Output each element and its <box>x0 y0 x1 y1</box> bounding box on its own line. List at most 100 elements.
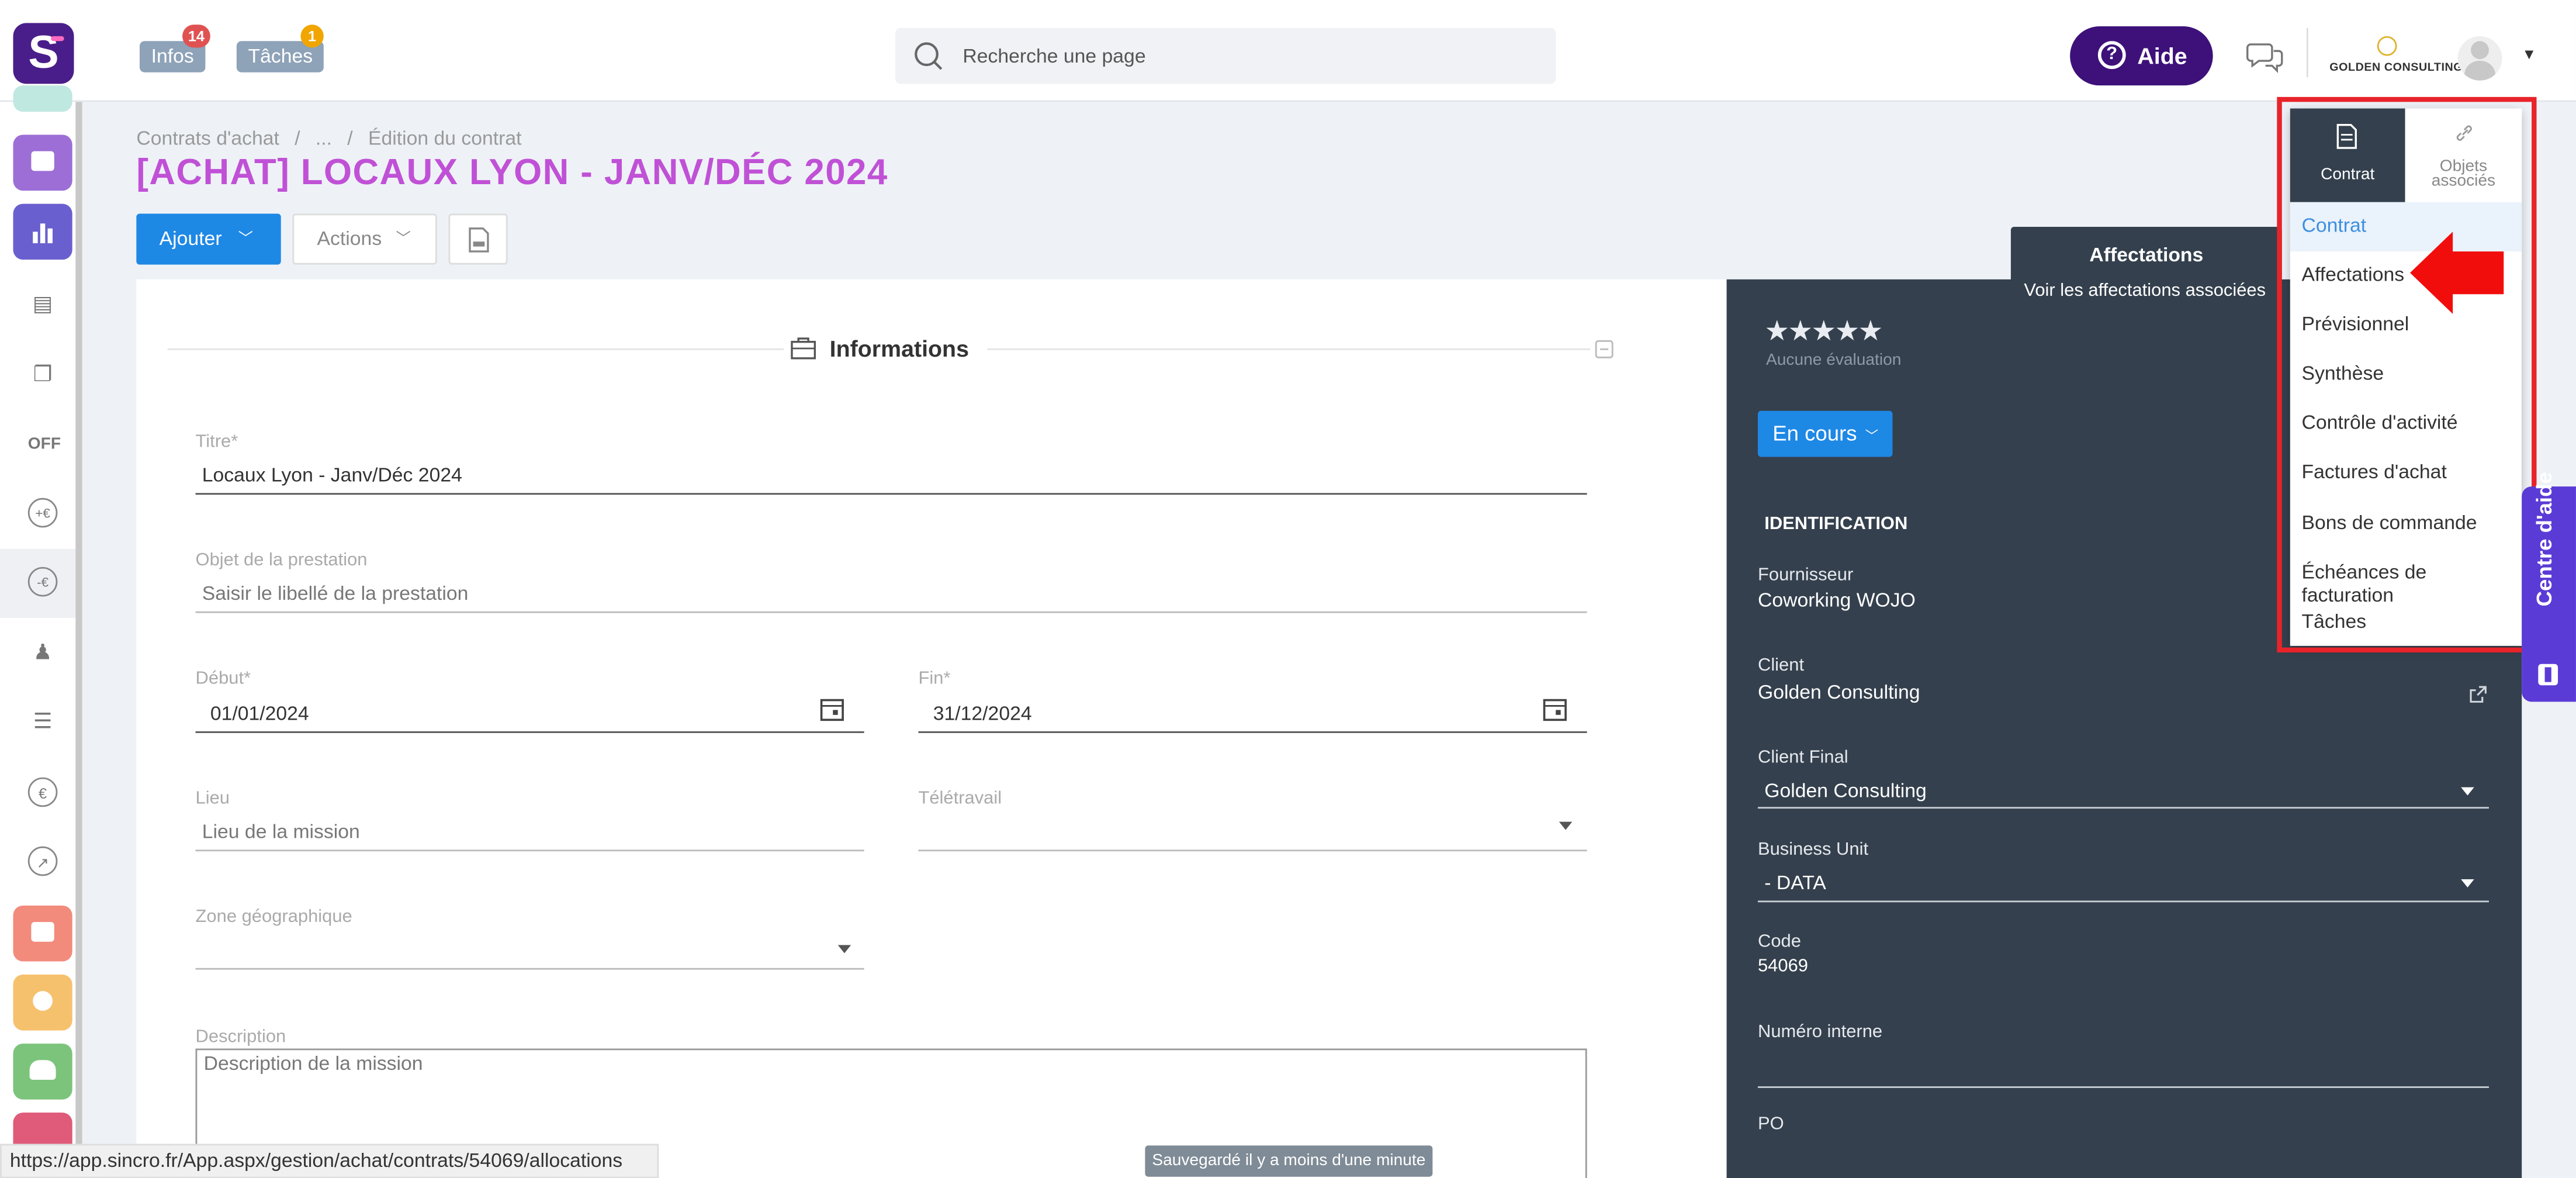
euro-minus-icon[interactable]: -€ <box>27 566 58 597</box>
external-link-icon[interactable] <box>2469 685 2487 703</box>
underline <box>1757 900 2489 903</box>
sidebar-item-yellow[interactable] <box>13 975 72 1031</box>
sidebar-item-stats[interactable] <box>13 203 72 260</box>
document-icon <box>469 227 489 253</box>
chevron-down-icon: ﹀ <box>1865 429 1879 444</box>
teletravail-label: Télétravail <box>918 789 1002 809</box>
caret-down-icon[interactable]: ▼ <box>2522 46 2536 63</box>
underline <box>195 493 1587 495</box>
zone-select[interactable] <box>195 968 864 970</box>
client-value[interactable]: Golden Consulting <box>1758 680 1920 703</box>
status-button[interactable]: En cours ﹀ <box>1757 410 1893 457</box>
invoice-icon[interactable]: ☰ <box>28 707 58 737</box>
status-label: En cours <box>1772 420 1857 445</box>
fournisseur-value[interactable]: Coworking WOJO <box>1758 588 1916 611</box>
calendar-icon[interactable] <box>820 697 844 721</box>
search-input[interactable]: Recherche une page <box>895 27 1556 84</box>
app-logo[interactable]: S <box>13 23 74 84</box>
teletravail-select[interactable] <box>918 849 1587 852</box>
briefcase-icon <box>791 337 816 360</box>
underline <box>195 611 1587 613</box>
lieu-label: Lieu <box>195 789 230 809</box>
aide-button[interactable]: ? Aide <box>2070 26 2213 86</box>
status-bar-url: https://app.sincro.fr/App.aspx/gestion/a… <box>0 1144 659 1178</box>
pdf-button[interactable] <box>448 213 508 265</box>
tooltip-text: Voir les affectations associées <box>2024 281 2266 301</box>
chat-icon[interactable] <box>2246 41 2284 74</box>
dropdown-caret-icon[interactable] <box>2461 879 2474 888</box>
objet-field[interactable]: Saisir le libellé de la prestation <box>202 582 469 604</box>
briefcase-icon <box>31 151 54 171</box>
identification-heading: IDENTIFICATION <box>1764 514 1908 534</box>
centre-aide-tab[interactable]: Centre d'aide <box>2522 472 2576 702</box>
breadcrumb: Contrats d'achat / ... / Édition du cont… <box>136 126 521 149</box>
red-arrow-icon <box>2410 232 2504 314</box>
trend-icon[interactable]: ↗ <box>27 846 58 876</box>
ajouter-label: Ajouter <box>159 226 222 250</box>
titre-label: Titre* <box>195 432 238 452</box>
affectations-tooltip: Affectations Voir les affectations assoc… <box>2010 226 2282 326</box>
bu-value[interactable]: - DATA <box>1764 871 1826 894</box>
fin-field[interactable]: 31/12/2024 <box>933 702 1032 724</box>
dropdown-caret-icon[interactable] <box>1559 821 1573 830</box>
dropdown-caret-icon[interactable] <box>2461 787 2474 796</box>
rating-stars[interactable]: ★★★★★ <box>1764 316 1883 348</box>
lieu-field[interactable]: Lieu de la mission <box>202 820 360 843</box>
company-logo-icon <box>2377 36 2397 56</box>
euro-plus-icon[interactable]: +€ <box>27 498 58 528</box>
calendar-chart-icon[interactable]: ▤ <box>28 289 58 319</box>
objet-label: Objet de la prestation <box>195 550 368 571</box>
off-icon[interactable]: OFF <box>28 431 61 461</box>
description-placeholder: Description de la mission <box>203 1052 423 1075</box>
collapse-icon[interactable] <box>1595 340 1614 358</box>
client-final-value[interactable]: Golden Consulting <box>1764 779 1927 802</box>
divider <box>2306 27 2308 78</box>
saved-toast: Sauvegardé il y a moins d'une minute <box>1145 1145 1433 1177</box>
sidebar-scrollbar[interactable] <box>75 102 82 1178</box>
help-icon: ? <box>2097 41 2126 70</box>
code-value: 54069 <box>1757 956 1808 976</box>
debut-label: Début* <box>195 669 251 689</box>
sidebar-item-green[interactable] <box>13 1044 72 1100</box>
page-title: [ACHAT] LOCAUX LYON - JANV/DÉC 2024 <box>136 151 888 192</box>
sidebar-item-orange[interactable] <box>13 905 72 962</box>
breadcrumb-current: Édition du contrat <box>368 126 522 150</box>
chevron-down-icon: ﹀ <box>396 230 411 247</box>
briefcase-icon-2 <box>31 922 54 942</box>
highlight-box <box>2277 96 2537 653</box>
section-rule <box>167 348 784 350</box>
sidebar: ▤ ❐ OFF +€ -€ ♟ ☰ € ↗ <box>0 85 82 1178</box>
euro-cycle-icon[interactable]: € <box>27 777 58 807</box>
sidebar-item-top[interactable] <box>13 85 72 112</box>
underline <box>918 731 1587 733</box>
client-final-label: Client Final <box>1757 748 1848 768</box>
company-name: GOLDEN CONSULTING <box>2329 62 2463 74</box>
dropdown-caret-icon[interactable] <box>837 945 851 954</box>
code-label: Code <box>1757 931 1801 952</box>
avatar[interactable] <box>2457 36 2502 81</box>
infos-badge: 14 <box>182 25 210 48</box>
numero-field[interactable] <box>1757 1086 2489 1089</box>
ajouter-button[interactable]: Ajouter ﹀ <box>136 213 281 265</box>
taches-badge: 1 <box>300 25 324 48</box>
underline <box>1757 807 2489 809</box>
calendar-icon[interactable] <box>1543 697 1567 721</box>
chevron-down-icon: ﹀ <box>238 230 253 247</box>
documents-icon[interactable]: ❐ <box>28 360 58 390</box>
logo-letter: S <box>28 26 59 78</box>
aide-label: Aide <box>2137 43 2187 70</box>
user-icon[interactable]: ♟ <box>28 638 58 668</box>
group-icon <box>29 1060 56 1080</box>
actions-button[interactable]: Actions ﹀ <box>292 213 437 265</box>
debut-field[interactable]: 01/01/2024 <box>210 702 309 724</box>
breadcrumb-separator: / <box>347 126 353 150</box>
book-icon <box>2538 664 2558 686</box>
contract-form: Informations Titre* Locaux Lyon - Janv/D… <box>136 279 1727 1178</box>
breadcrumb-ellipsis[interactable]: ... <box>316 126 332 149</box>
section-title: Informations <box>829 335 969 362</box>
titre-field[interactable]: Locaux Lyon - Janv/Déc 2024 <box>202 464 462 486</box>
bu-label: Business Unit <box>1757 840 1869 860</box>
person-icon <box>33 991 53 1011</box>
sidebar-item-briefcase[interactable] <box>13 134 72 191</box>
breadcrumb-contrats[interactable]: Contrats d'achat <box>136 126 279 149</box>
